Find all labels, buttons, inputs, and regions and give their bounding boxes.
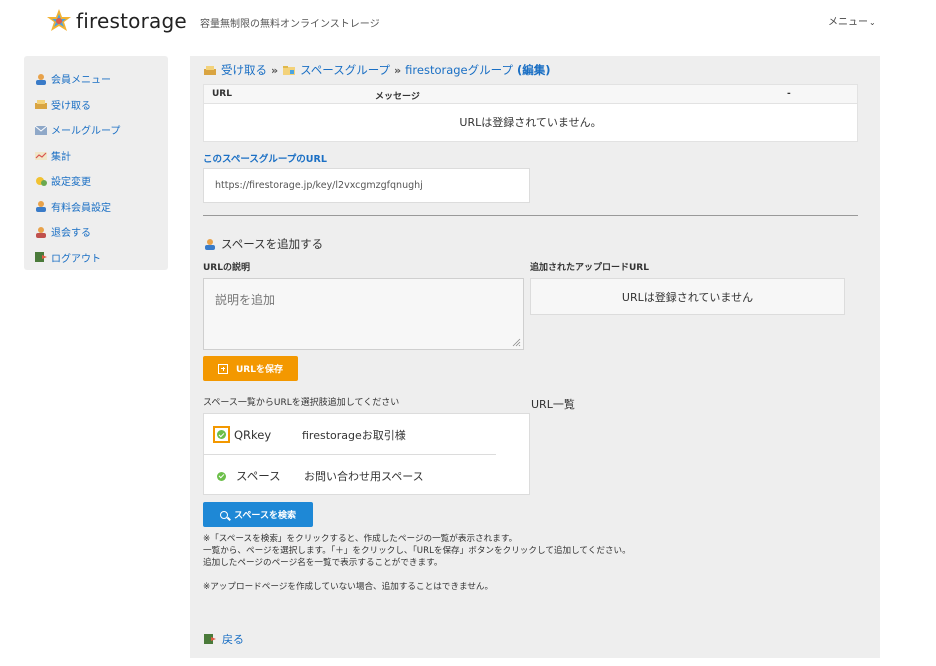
paid-member-icon (36, 201, 46, 213)
menu-label: メニュー (828, 17, 868, 28)
sidebar-item-label: 退会する (51, 228, 91, 240)
breadcrumb-current[interactable]: firestorageグループ (405, 62, 513, 78)
space-name: QRkey (234, 427, 272, 442)
space-group-url-title: このスペースグループのURL (203, 154, 327, 165)
space-select-checkbox[interactable] (213, 426, 230, 443)
divider (203, 215, 858, 216)
note-line-2: 一覧から、ページを選択します。「＋」をクリックし、「URLを保存」ボタンをクリッ… (203, 546, 631, 556)
description-placeholder: 説明を追加 (215, 293, 276, 307)
header: firestorage 容量無制限の無料オンラインストレージ メニュー⌄ (0, 0, 936, 48)
list-item[interactable]: スペース お問い合わせ用スペース (204, 456, 496, 496)
save-url-button-label: URLを保存 (236, 365, 283, 375)
edit-link[interactable]: (編集) (517, 62, 551, 78)
logo-text: firestorage (76, 9, 187, 33)
space-name: スペース (236, 469, 281, 483)
breadcrumb-separator-icon: » (271, 63, 279, 77)
sidebar-item-label: 設定変更 (51, 177, 91, 189)
receive-icon (204, 66, 216, 75)
url-description-textarea[interactable]: 説明を追加 (203, 278, 524, 350)
stats-icon (35, 152, 47, 161)
back-link[interactable]: 戻る (203, 631, 244, 647)
sidebar-item-label: 有料会員設定 (51, 202, 111, 214)
folder-icon (283, 66, 296, 75)
col-header-dash: - (787, 89, 791, 99)
back-link-label: 戻る (222, 633, 244, 646)
settings-icon (36, 176, 47, 186)
sidebar-item-member-menu[interactable]: 会員メニュー (24, 66, 168, 92)
receive-icon (35, 100, 47, 110)
menu-dropdown[interactable]: メニュー⌄ (828, 13, 876, 28)
chevron-down-icon: ⌄ (869, 18, 876, 27)
note-line-1: ※「スペースを検索」をクリックすると、作成したページの一覧が表示されます。 (203, 534, 518, 544)
member-icon (36, 73, 46, 85)
main-panel: 受け取る » スペースグループ » firestorageグループ (編集) U… (190, 56, 880, 658)
list-item[interactable]: QRkey firestorageお取引様 (204, 415, 496, 455)
breadcrumb-space-group-link[interactable]: スペースグループ (300, 62, 390, 78)
space-list: QRkey firestorageお取引様 スペース お問い合わせ用スペース (203, 413, 530, 495)
resize-grip-icon[interactable] (512, 338, 521, 347)
plus-box-icon (218, 363, 228, 374)
tagline: 容量無制限の無料オンラインストレージ (200, 19, 380, 30)
sidebar-item-label: 会員メニュー (51, 75, 111, 87)
sidebar-item-paid-member[interactable]: 有料会員設定 (24, 194, 168, 220)
sidebar: 会員メニュー 受け取る メールグループ 集計 設定変更 有料会員設定 退会する … (24, 56, 168, 270)
logo[interactable]: firestorage (46, 8, 187, 34)
breadcrumb: 受け取る » スペースグループ » firestorageグループ (編集) (203, 62, 550, 78)
sidebar-item-receive[interactable]: 受け取る (24, 92, 168, 118)
sidebar-item-label: 受け取る (51, 100, 91, 112)
withdraw-icon (36, 226, 46, 238)
firestorage-logo-icon (47, 9, 71, 31)
search-space-button-label: スペースを検索 (234, 511, 296, 521)
col-header-message: メッセージ (375, 92, 420, 102)
note-line-4: ※アップロードページを作成していない場合、追加することはできません。 (203, 582, 494, 592)
uploaded-url-label: 追加されたアップロードURL (530, 263, 649, 273)
back-icon (204, 634, 216, 644)
breadcrumb-separator-icon: » (394, 63, 402, 77)
logout-icon (35, 252, 47, 263)
note-line-3: 追加したページのページ名を一覧で表示することができます。 (203, 558, 443, 568)
sidebar-item-logout[interactable]: ログアウト (24, 245, 168, 271)
url-table: URL メッセージ - URLは登録されていません。 (203, 84, 858, 142)
sidebar-item-stats[interactable]: 集計 (24, 143, 168, 169)
table-header: URL メッセージ - (204, 85, 857, 104)
mail-group-icon (34, 125, 48, 135)
url-description-label: URLの説明 (203, 263, 250, 273)
space-group-url-field[interactable]: https://firestorage.jp/key/l2vxcgmzgfqnu… (203, 168, 530, 203)
search-space-button[interactable]: スペースを検索 (203, 502, 313, 527)
sidebar-item-settings[interactable]: 設定変更 (24, 168, 168, 194)
save-url-button[interactable]: URLを保存 (203, 356, 298, 381)
sidebar-item-label: 集計 (51, 151, 71, 163)
url-list-title: URL一覧 (531, 398, 575, 411)
sidebar-item-mail-group[interactable]: メールグループ (24, 117, 168, 143)
search-icon (220, 510, 229, 519)
member-icon (205, 239, 215, 250)
url-table-empty-message: URLは登録されていません。 (459, 116, 602, 129)
space-select-checkbox[interactable] (213, 468, 230, 485)
uploaded-url-box: URLは登録されていません (530, 278, 845, 315)
space-client: firestorageお取引様 (302, 428, 406, 442)
add-space-title-text: スペースを追加する (221, 237, 324, 251)
sidebar-item-withdraw[interactable]: 退会する (24, 219, 168, 245)
add-space-title: スペースを追加する (203, 236, 323, 252)
col-header-url: URL (212, 89, 232, 99)
sidebar-item-label: メールグループ (51, 126, 121, 138)
breadcrumb-receive-link[interactable]: 受け取る (221, 62, 267, 78)
check-circle-icon (217, 471, 226, 481)
check-circle-icon (217, 430, 226, 439)
select-hint: スペース一覧からURLを選択肢追加してください (203, 398, 400, 408)
sidebar-item-label: ログアウト (51, 253, 101, 265)
space-client: お問い合わせ用スペース (304, 470, 424, 483)
